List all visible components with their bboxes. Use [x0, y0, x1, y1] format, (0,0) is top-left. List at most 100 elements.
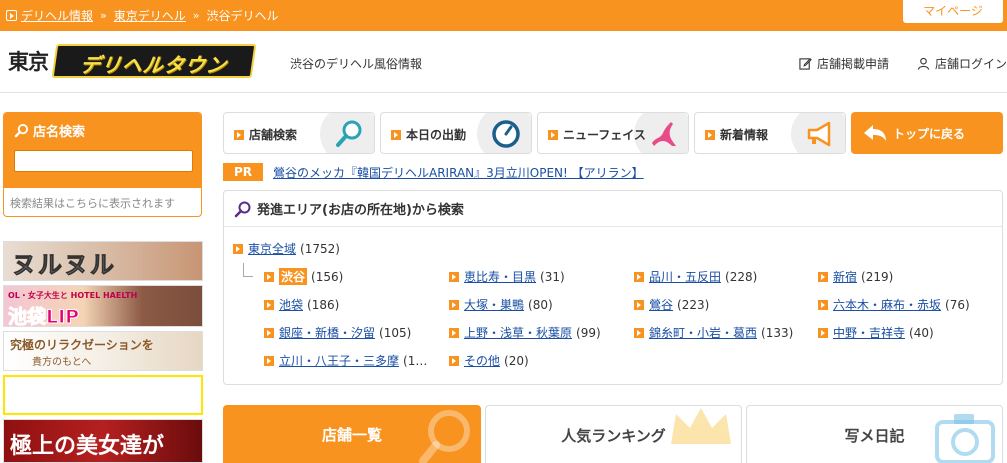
site-logo[interactable]: 東京 デリヘルタウン	[8, 44, 257, 78]
clock-icon	[492, 120, 520, 148]
banner-subtext: 貴方のもとへ	[32, 357, 92, 368]
breadcrumb-deriheru-info[interactable]: デリヘル情報	[21, 7, 93, 24]
area-count: (228)	[725, 269, 758, 284]
tab-photo-diary-label: 写メ日記	[844, 427, 905, 445]
bullet-icon	[264, 271, 274, 282]
banner-empty[interactable]	[3, 375, 203, 415]
logo-text: デリヘルタウン	[78, 53, 229, 77]
area-link[interactable]: 池袋	[279, 296, 303, 313]
tab-photo-diary[interactable]: 写メ日記	[746, 405, 1003, 463]
banner-text: 極上の美女達が	[10, 433, 165, 459]
area-link[interactable]: 六本木・麻布・赤坂	[833, 296, 941, 313]
area-link[interactable]: 東京全域	[248, 240, 296, 257]
bullet-icon	[449, 299, 459, 310]
new-info-button[interactable]: 新着情報	[694, 112, 846, 154]
area-search-header: 発進エリア(お店の所在地)から検索	[224, 191, 1002, 227]
tab-ranking[interactable]: 人気ランキング	[485, 405, 742, 463]
banner-text: ヌルヌル	[12, 251, 116, 280]
banner-subtext: OL・女子大生と HOTEL HAELTH	[8, 291, 138, 300]
search-result-note: 検索結果はこちらに表示されます	[10, 197, 175, 210]
bullet-icon	[449, 271, 459, 282]
area-item-uguisudani[interactable]: 鶯谷 (223)	[634, 296, 709, 313]
area-count: (31)	[540, 269, 565, 284]
area-link[interactable]: 銀座・新橋・汐留	[279, 324, 375, 341]
logo-mark: デリヘルタウン	[51, 44, 257, 78]
listing-application-link[interactable]: 店舗掲載申請	[799, 55, 889, 72]
shop-name-search-input[interactable]	[14, 150, 193, 172]
today-attendance-button[interactable]: 本日の出勤	[380, 112, 532, 154]
breadcrumb-tokyo[interactable]: 東京デリヘル	[114, 7, 186, 24]
area-count: (186)	[307, 297, 340, 312]
banner-text: 究極のリラクゼーションを	[10, 338, 154, 352]
shop-login-link[interactable]: 店舗ログイン	[917, 55, 1007, 72]
shop-name-search-panel: 店名検索 検索結果はこちらに表示されます	[3, 112, 202, 217]
area-count: (1…	[403, 353, 428, 368]
area-item-tokyo-all[interactable]: 東京全域 (1752)	[233, 240, 340, 257]
bullet-icon	[818, 271, 828, 282]
area-link[interactable]: 新宿	[833, 268, 857, 285]
area-item-others[interactable]: その他 (20)	[449, 352, 529, 369]
area-link[interactable]: 中野・吉祥寺	[833, 324, 905, 341]
area-search-title: 発進エリア(お店の所在地)から検索	[257, 203, 464, 218]
edit-icon	[799, 58, 812, 70]
nav-label: ニューフェイス	[548, 126, 646, 143]
area-link[interactable]: 恵比寿・目黒	[464, 268, 536, 285]
tab-ranking-label: 人気ランキング	[561, 427, 666, 445]
search-icon	[234, 201, 251, 217]
area-count: (99)	[576, 325, 601, 340]
area-item-tachikawa[interactable]: 立川・八王子・三多摩 (1…	[264, 352, 427, 369]
area-link[interactable]: 上野・浅草・秋葉原	[464, 324, 572, 341]
new-face-label: ニューフェイス	[563, 128, 646, 142]
new-info-label: 新着情報	[720, 128, 769, 142]
area-item-nakano-kichijoji[interactable]: 中野・吉祥寺 (40)	[818, 324, 934, 341]
shop-search-button[interactable]: 店舗検索	[223, 112, 375, 154]
site-tagline: 渋谷のデリヘル風俗情報	[290, 57, 423, 71]
banner-relaxation[interactable]: 究極のリラクゼーションを 貴方のもとへ	[3, 331, 203, 371]
area-item-otsuka-sugamo[interactable]: 大塚・巣鴨 (80)	[449, 296, 553, 313]
area-count: (133)	[761, 325, 794, 340]
new-face-button[interactable]: ニューフェイス	[537, 112, 689, 154]
header-divider	[0, 92, 1007, 93]
today-attendance-label: 本日の出勤	[406, 128, 467, 142]
area-item-ginza[interactable]: 銀座・新橋・汐留 (105)	[264, 324, 411, 341]
bullet-icon	[634, 327, 644, 338]
area-link[interactable]: 立川・八王子・三多摩	[279, 352, 399, 369]
area-link[interactable]: その他	[464, 352, 500, 369]
shop-search-title: 店名検索	[14, 121, 191, 140]
area-item-ebisu-meguro[interactable]: 恵比寿・目黒 (31)	[449, 268, 565, 285]
area-link[interactable]: 品川・五反田	[649, 268, 721, 285]
top-bar: デリヘル情報 » 東京デリヘル » 渋谷デリヘル マイページ	[0, 0, 1007, 31]
area-count: (219)	[861, 269, 894, 284]
bullet-icon	[818, 327, 828, 338]
area-link[interactable]: 錦糸町・小岩・葛西	[649, 324, 757, 341]
area-item-ueno[interactable]: 上野・浅草・秋葉原 (99)	[449, 324, 601, 341]
banner-nurunuru[interactable]: ヌルヌル	[3, 241, 203, 281]
area-item-shinjuku[interactable]: 新宿 (219)	[818, 268, 893, 285]
area-item-kinshicho[interactable]: 錦糸町・小岩・葛西 (133)	[634, 324, 793, 341]
banner-beauties[interactable]: 極上の美女達が	[3, 419, 203, 463]
area-link[interactable]: 大塚・巣鴨	[464, 296, 524, 313]
area-item-ikebukuro[interactable]: 池袋 (186)	[264, 296, 339, 313]
shop-search-box: 店名検索	[4, 113, 201, 188]
logo-prefix: 東京	[8, 50, 49, 74]
tab-shop-list[interactable]: 店舗一覧	[223, 405, 481, 463]
banner-ikebukuro-lip[interactable]: OL・女子大生と HOTEL HAELTH 池袋LIP	[3, 285, 203, 327]
nav-label: 本日の出勤	[391, 126, 466, 143]
bullet-icon	[634, 271, 644, 282]
area-count: (20)	[504, 353, 529, 368]
pr-link[interactable]: 鶯谷のメッカ『韓国デリヘルARIRAN』3月立川OPEN! 【アリラン】	[273, 164, 644, 181]
area-count: (1752)	[300, 241, 340, 256]
area-item-shinagawa-gotanda[interactable]: 品川・五反田 (228)	[634, 268, 757, 285]
area-link[interactable]: 鶯谷	[649, 296, 673, 313]
shop-search-title-text: 店名検索	[33, 125, 86, 140]
shop-search-label: 店舗検索	[249, 128, 298, 142]
area-count: (40)	[909, 325, 934, 340]
bullet-icon	[264, 355, 274, 366]
area-item-shibuya[interactable]: 渋谷 (156)	[264, 268, 343, 285]
nav-label: 新着情報	[705, 126, 768, 143]
bullet-icon	[264, 327, 274, 338]
back-to-top-button[interactable]: トップに戻る	[851, 112, 1003, 154]
mypage-button[interactable]: マイページ	[902, 0, 1004, 24]
area-item-roppongi[interactable]: 六本木・麻布・赤坂 (76)	[818, 296, 970, 313]
arrow-icon	[6, 10, 17, 21]
